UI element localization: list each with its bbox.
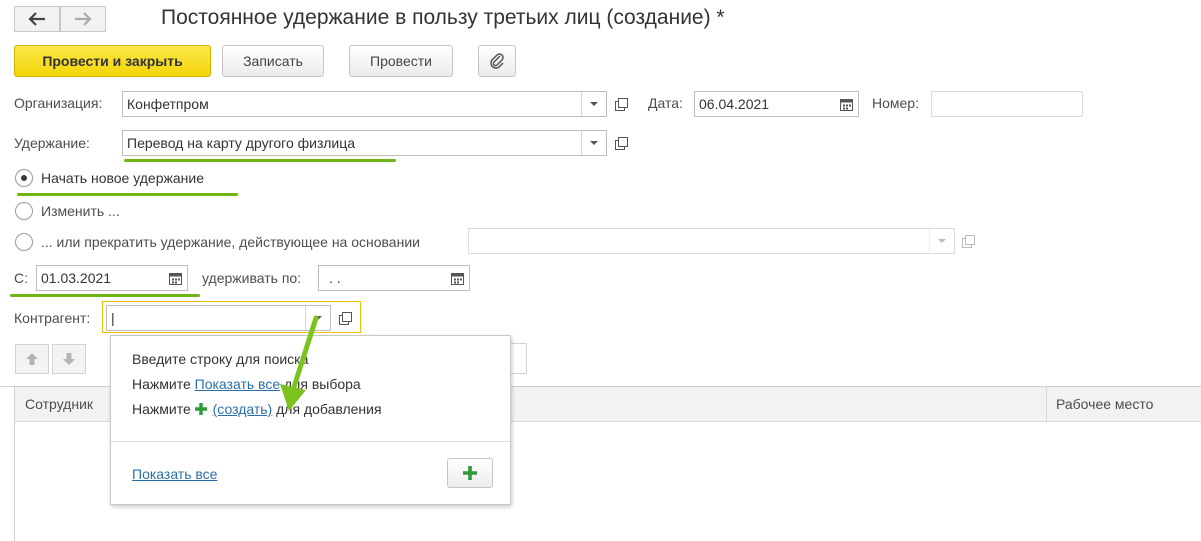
open-window-icon [338,311,352,325]
number-label: Номер: [872,95,919,111]
post-button[interactable]: Провести [349,45,453,77]
chevron-down-icon [938,239,946,243]
arrow-up-icon [26,353,38,365]
date-calendar-button[interactable] [834,92,858,116]
deduction-open-button[interactable] [609,130,633,156]
move-down-button[interactable] [52,344,86,374]
arrow-down-icon [63,353,75,365]
organization-dropdown-button[interactable] [581,92,606,116]
column-header-workplace[interactable]: Рабочее место [1056,396,1153,412]
open-window-icon [614,97,628,111]
from-date-field[interactable]: 01.03.2021 [36,265,188,291]
organization-value: Конфетпром [127,96,209,112]
arrow-left-icon [28,12,45,26]
popup-divider [111,441,510,442]
open-window-icon [961,234,975,248]
stop-basis-field[interactable] [468,228,955,254]
annotation-arrow [280,315,319,411]
organization-open-button[interactable] [609,91,633,117]
forward-button[interactable] [60,6,106,32]
open-window-icon [614,136,628,150]
popup-create-button[interactable] [447,458,493,488]
from-label: С: [14,270,28,286]
date-value: 06.04.2021 [699,96,770,112]
page-title: Постоянное удержание в пользу третьих ли… [161,6,725,29]
stop-basis-dropdown-button[interactable] [929,229,954,253]
arrow-right-icon [75,12,92,26]
number-field[interactable] [931,91,1083,117]
highlight-underline-deduction [124,159,396,162]
until-label: удерживать по: [202,270,302,286]
popup-hint-create-prefix: Нажмите [132,401,195,417]
move-up-button[interactable] [15,344,49,374]
organization-field[interactable]: Конфетпром [122,91,607,117]
radio-stop-label[interactable]: ... или прекратить удержание, действующе… [41,234,420,250]
deduction-value: Перевод на карту другого физлица [127,135,356,151]
column-divider [1046,387,1047,422]
calendar-icon [450,272,464,285]
highlight-underline-radio [17,193,238,196]
counterparty-label: Контрагент: [14,310,91,326]
radio-stop[interactable] [15,233,33,251]
from-calendar-button[interactable] [163,266,187,290]
chevron-down-icon [590,141,598,145]
back-button[interactable] [14,6,60,32]
post-and-close-button[interactable]: Провести и закрыть [14,45,211,77]
radio-change-label[interactable]: Изменить ... [41,203,120,219]
calendar-icon [839,98,853,111]
popup-hint-create: Нажмите (создать) для добавления [132,401,382,417]
counterparty-open-button[interactable] [333,305,357,331]
popup-show-all-link[interactable]: Показать все [132,466,217,482]
highlight-underline-from-date [10,294,200,297]
column-header-employee[interactable]: Сотрудник [25,396,93,412]
counterparty-value: | [111,310,115,326]
deduction-label: Удержание: [14,135,90,151]
attach-button[interactable] [478,45,516,77]
organization-label: Организация: [14,95,103,111]
plus-icon [463,466,477,480]
until-calendar-button[interactable] [445,266,469,290]
deduction-dropdown-button[interactable] [581,131,606,155]
until-date-field[interactable]: . . [318,265,470,291]
paperclip-icon [490,53,504,69]
save-button[interactable]: Записать [222,45,324,77]
stop-basis-open-button[interactable] [956,228,980,254]
popup-hint-show-all-prefix: Нажмите [132,376,195,392]
table-outer-left-line [0,386,14,387]
calendar-icon [168,272,182,285]
radio-change[interactable] [15,202,33,220]
radio-new-deduction[interactable] [15,169,33,187]
plus-icon [194,403,207,415]
chevron-down-icon [590,102,598,106]
date-label: Дата: [648,95,683,111]
from-date-value: 01.03.2021 [41,270,112,286]
radio-new-deduction-label[interactable]: Начать новое удержание [41,170,204,186]
deduction-field[interactable]: Перевод на карту другого физлица [122,130,607,156]
until-date-value: . . [329,270,341,286]
date-field[interactable]: 06.04.2021 [694,91,859,117]
